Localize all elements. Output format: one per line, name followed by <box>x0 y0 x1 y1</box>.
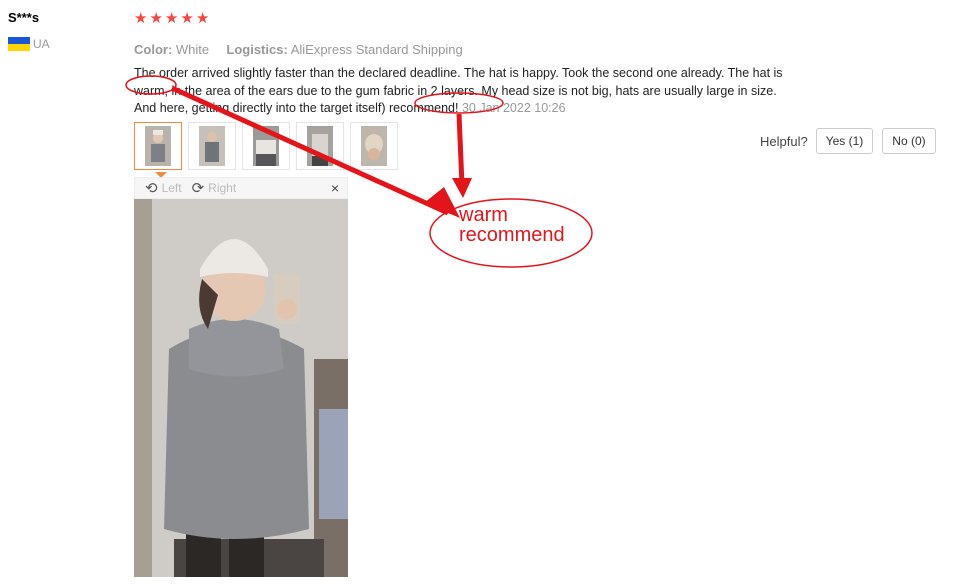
thumbnail-photo <box>307 126 333 166</box>
thumbnail-photo <box>361 126 387 166</box>
callout-text: warm recommend <box>459 205 565 245</box>
star-rating: ★ ★ ★ ★ ★ <box>134 10 944 28</box>
arrowhead-warm-icon <box>424 187 460 218</box>
callout-line-warm: warm <box>459 204 508 226</box>
helpful-label: Helpful? <box>760 133 808 149</box>
review-text-line: The order arrived slightly faster than t… <box>134 66 783 80</box>
thumbnail-1[interactable] <box>134 122 182 178</box>
rotate-right-icon: ⟳ <box>191 180 205 197</box>
country-code: UA <box>33 37 50 51</box>
review-photo-large[interactable] <box>134 199 348 577</box>
thumbnail-4[interactable] <box>296 122 344 170</box>
image-viewer-toolbar: ⟲ Left ⟳ Right × <box>134 177 348 199</box>
rotate-right-button[interactable]: ⟳ Right <box>192 179 237 197</box>
thumbnail-photo <box>199 126 225 166</box>
color-label: Color: <box>134 42 173 57</box>
star-icon: ★ <box>195 10 210 27</box>
ukraine-flag-icon <box>8 37 30 51</box>
helpful-vote: Helpful? Yes (1) No (0) <box>760 128 936 154</box>
logistics-label: Logistics: <box>226 42 288 57</box>
thumbnail-2[interactable] <box>188 122 236 170</box>
star-icon: ★ <box>149 10 163 27</box>
reviewer-info: S***s UA <box>8 10 50 51</box>
arrow-line-recommend <box>456 113 465 186</box>
rotate-left-label: Left <box>161 181 182 195</box>
star-icon: ★ <box>164 10 179 27</box>
thumbnail-photo <box>253 126 279 166</box>
photo-thumbnails <box>134 122 398 178</box>
reviewer-country: UA <box>8 37 50 51</box>
thumbnail-5[interactable] <box>350 122 398 170</box>
thumbnail-photo <box>145 126 171 166</box>
review-text-line-last: And here, getting directly into the targ… <box>134 100 849 118</box>
reviewer-name: S***s <box>8 10 40 25</box>
arrowhead-recommend-icon <box>452 178 472 198</box>
helpful-no-button[interactable]: No (0) <box>882 128 936 154</box>
star-icon: ★ <box>134 10 148 27</box>
logistics-value: AliExpress Standard Shipping <box>290 42 463 57</box>
thumbnail-3[interactable] <box>242 122 290 170</box>
rotate-left-button[interactable]: ⟲ Left <box>145 179 182 197</box>
close-icon[interactable]: × <box>331 180 339 196</box>
callout-line-recommend: recommend <box>459 224 565 246</box>
review-date: 30 Jan 2022 10:26 <box>461 101 566 115</box>
review-text-line: And here, getting directly into the targ… <box>134 101 459 115</box>
review-body: ★ ★ ★ ★ ★ Color: White Logistics: AliExp… <box>134 10 944 118</box>
review-text: The order arrived slightly faster than t… <box>134 65 849 118</box>
helpful-yes-button[interactable]: Yes (1) <box>815 128 874 154</box>
rotate-right-label: Right <box>208 181 237 195</box>
review-text-line: warm, in the area of the ears due to the… <box>134 83 777 98</box>
color-value: White <box>175 42 210 57</box>
rotate-left-icon: ⟲ <box>145 180 158 197</box>
review-meta: Color: White Logistics: AliExpress Stand… <box>134 42 944 57</box>
star-icon: ★ <box>180 10 194 27</box>
review-page: S***s UA ★ ★ ★ ★ ★ Color: White Logistic… <box>0 0 963 586</box>
